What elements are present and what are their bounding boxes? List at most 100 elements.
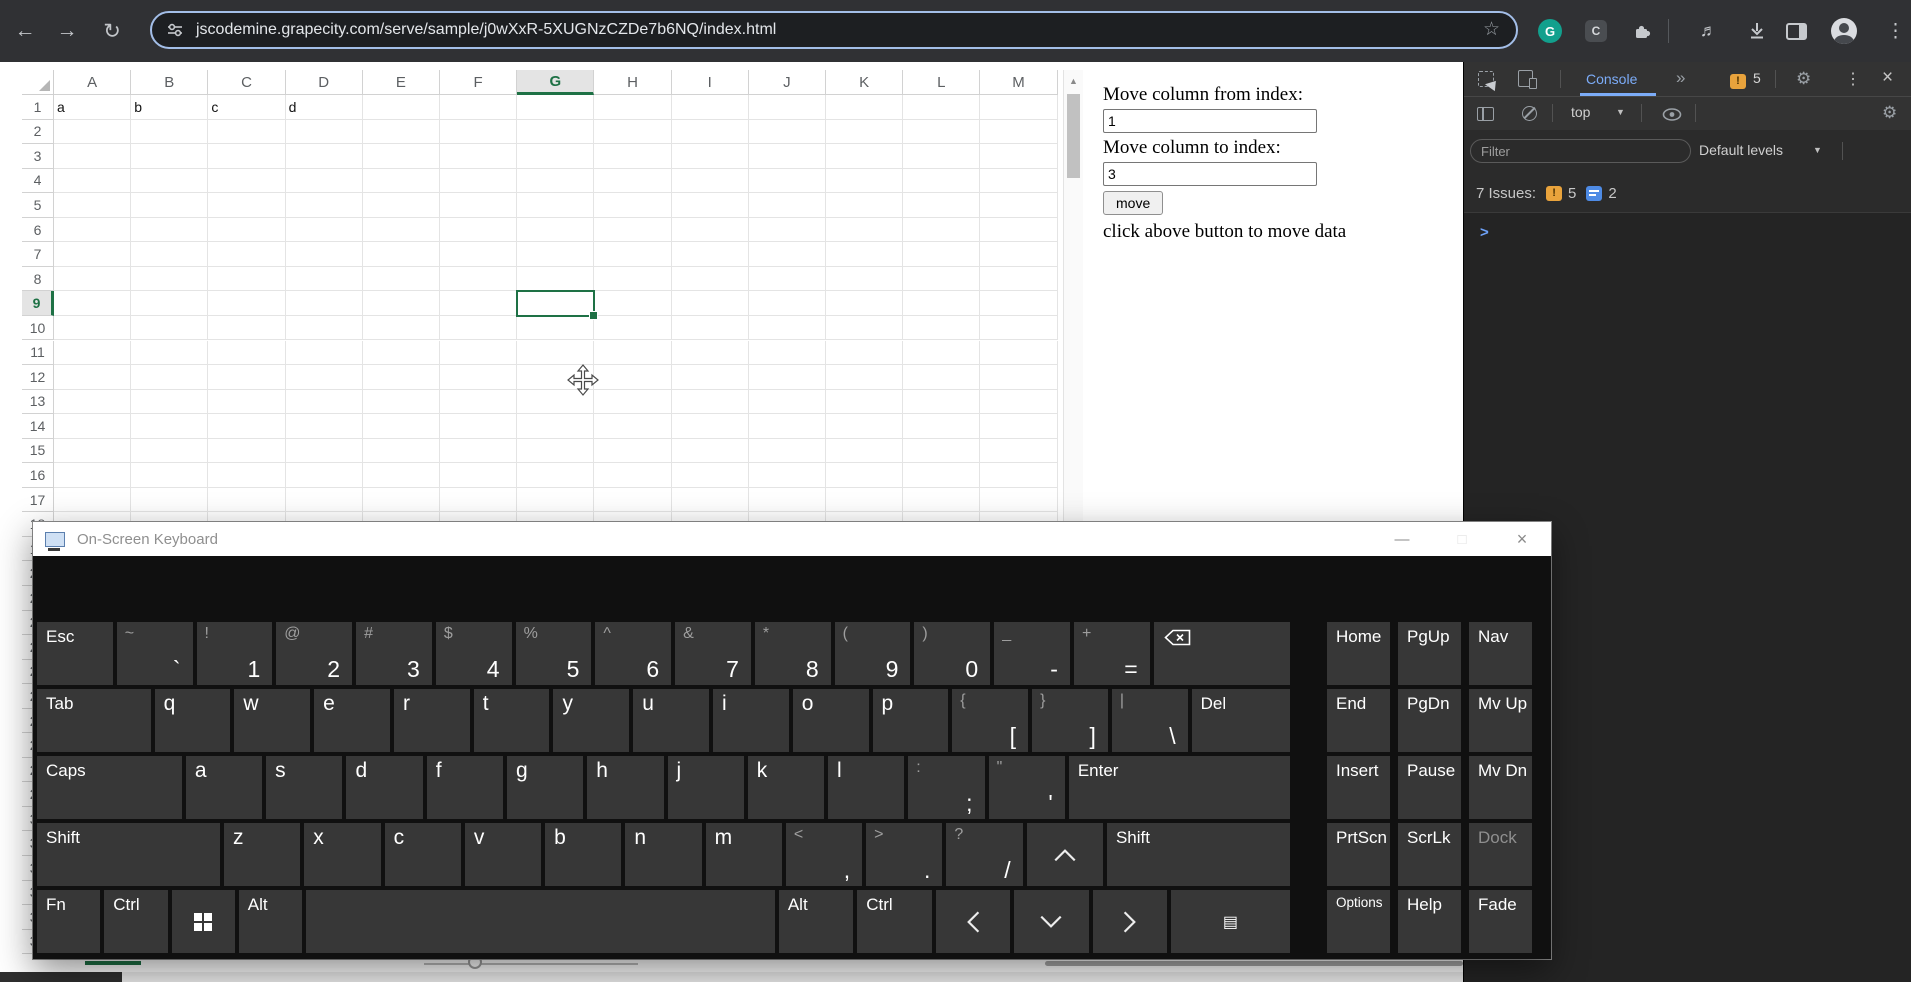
cell-k5[interactable]: [826, 193, 904, 218]
cell-e10[interactable]: [362, 315, 440, 341]
cell-j2[interactable]: [748, 119, 826, 145]
cell-g4[interactable]: [517, 168, 595, 194]
cell-c15[interactable]: [208, 438, 286, 464]
cell-k17[interactable]: [826, 487, 904, 513]
cell-a14[interactable]: [54, 414, 132, 439]
cell-d4[interactable]: [285, 168, 363, 194]
cell-h16[interactable]: [594, 463, 672, 488]
devtools-close-icon[interactable]: ×: [1882, 67, 1893, 89]
cell-k15[interactable]: [826, 438, 904, 464]
key-help[interactable]: Help: [1398, 890, 1461, 953]
cell-i11[interactable]: [671, 340, 749, 366]
grammarly-extension-icon[interactable]: G: [1538, 19, 1562, 43]
cell-j14[interactable]: [748, 414, 826, 439]
cell-c13[interactable]: [208, 389, 286, 415]
cell-d2[interactable]: [285, 119, 363, 145]
cell-h7[interactable]: [594, 242, 672, 267]
key-9[interactable]: (9: [834, 622, 911, 685]
cell-k14[interactable]: [826, 414, 904, 439]
cell-g5[interactable]: [517, 193, 595, 218]
cell-i5[interactable]: [671, 193, 749, 218]
key-pause[interactable]: Pause: [1398, 756, 1461, 819]
live-expression-eye-icon[interactable]: [1662, 108, 1682, 121]
cell-l4[interactable]: [903, 168, 981, 194]
cell-e1[interactable]: [362, 95, 440, 120]
cell-b2[interactable]: [131, 119, 209, 145]
key-alt[interactable]: Alt: [238, 890, 302, 953]
cell-m15[interactable]: [980, 438, 1058, 464]
cell-a17[interactable]: [54, 487, 132, 513]
cell-d13[interactable]: [285, 389, 363, 415]
key-caps[interactable]: Caps: [37, 756, 182, 819]
cell-f2[interactable]: [440, 119, 518, 145]
cell-e17[interactable]: [362, 487, 440, 513]
key-end[interactable]: End: [1327, 689, 1390, 752]
key-shift[interactable]: Shift: [1106, 823, 1290, 886]
key-alt[interactable]: Alt: [778, 890, 854, 953]
osk-minimize-button[interactable]: —: [1380, 522, 1424, 556]
key-q[interactable]: q: [154, 689, 231, 752]
key-r[interactable]: r: [393, 689, 470, 752]
key-key[interactable]: }]: [1032, 689, 1108, 752]
cell-d5[interactable]: [285, 193, 363, 218]
cell-a16[interactable]: [54, 463, 132, 488]
key-backspace[interactable]: [1153, 622, 1291, 685]
cell-i10[interactable]: [671, 315, 749, 341]
key-3[interactable]: #3: [356, 622, 432, 685]
row-header-4[interactable]: 4: [22, 168, 54, 194]
cell-m6[interactable]: [980, 217, 1058, 243]
cell-k6[interactable]: [826, 217, 904, 243]
cell-c11[interactable]: [208, 340, 286, 366]
key-key[interactable]: " ': [988, 756, 1065, 819]
cell-c12[interactable]: [208, 365, 286, 390]
cell-c16[interactable]: [208, 463, 286, 488]
cell-h13[interactable]: [594, 389, 672, 415]
cell-a2[interactable]: [54, 119, 132, 145]
cell-i2[interactable]: [671, 119, 749, 145]
cell-m10[interactable]: [980, 315, 1058, 341]
cell-c17[interactable]: [208, 487, 286, 513]
cell-a15[interactable]: [54, 438, 132, 464]
osk-title-bar[interactable]: On-Screen Keyboard — □ ×: [33, 522, 1551, 556]
cell-k3[interactable]: [826, 144, 904, 169]
cell-g10[interactable]: [517, 315, 595, 341]
key-mv-up[interactable]: Mv Up: [1469, 689, 1532, 752]
cell-l10[interactable]: [903, 315, 981, 341]
devtools-menu-dots-icon[interactable]: ⋮: [1845, 69, 1861, 89]
column-header-d[interactable]: D: [285, 70, 363, 95]
devtools-settings-gear-icon[interactable]: ⚙: [1796, 69, 1811, 89]
cell-h3[interactable]: [594, 144, 672, 169]
browser-menu-icon[interactable]: ⋮: [1886, 0, 1905, 62]
cell-h8[interactable]: [594, 266, 672, 292]
cell-l12[interactable]: [903, 365, 981, 390]
cell-a8[interactable]: [54, 266, 132, 292]
key-tab[interactable]: Tab: [37, 689, 151, 752]
key-key[interactable]: {[: [952, 689, 1029, 752]
cell-m13[interactable]: [980, 389, 1058, 415]
cell-h15[interactable]: [594, 438, 672, 464]
cell-i14[interactable]: [671, 414, 749, 439]
cell-j17[interactable]: [748, 487, 826, 513]
cell-e15[interactable]: [362, 438, 440, 464]
cell-e12[interactable]: [362, 365, 440, 390]
key-n[interactable]: n: [625, 823, 702, 886]
column-header-c[interactable]: C: [208, 70, 286, 95]
cell-l9[interactable]: [903, 291, 981, 316]
key-6[interactable]: ^ 6: [595, 622, 672, 685]
cell-l8[interactable]: [903, 266, 981, 292]
scrollbar-thumb[interactable]: [1067, 94, 1080, 178]
key-4[interactable]: $4: [435, 622, 512, 685]
cell-h6[interactable]: [594, 217, 672, 243]
cell-l11[interactable]: [903, 340, 981, 366]
cell-h9[interactable]: [594, 291, 672, 316]
key-t[interactable]: t: [473, 689, 550, 752]
row-header-11[interactable]: 11: [22, 340, 54, 366]
media-controls-icon[interactable]: ♬: [1700, 0, 1717, 62]
cell-a5[interactable]: [54, 193, 132, 218]
column-header-h[interactable]: H: [594, 70, 672, 95]
key-8[interactable]: * 8: [754, 622, 831, 685]
key-g[interactable]: g: [506, 756, 584, 819]
cell-e8[interactable]: [362, 266, 440, 292]
cell-h10[interactable]: [594, 315, 672, 341]
key-key[interactable]: _ -: [994, 622, 1070, 685]
